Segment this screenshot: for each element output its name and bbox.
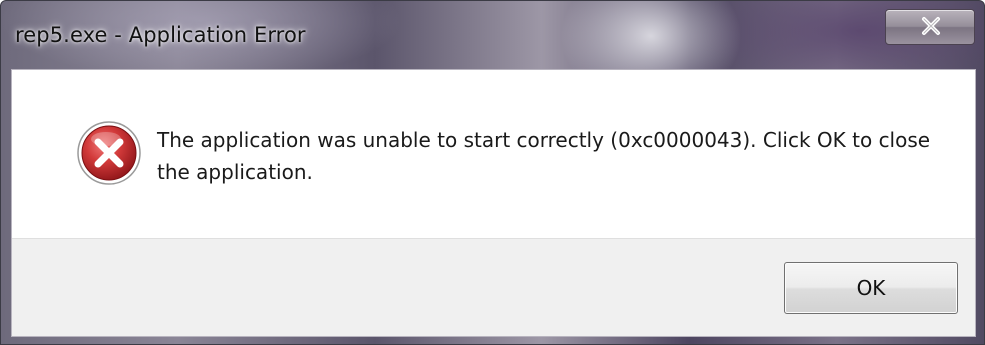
close-icon <box>922 17 940 35</box>
error-message: The application was unable to start corr… <box>157 128 931 184</box>
ok-button[interactable]: OK <box>784 262 958 314</box>
button-bar: OK <box>12 238 975 336</box>
close-button[interactable] <box>885 9 975 45</box>
dialog-body: The application was unable to start corr… <box>11 69 976 337</box>
error-dialog-window: rep5.exe - Application Error The applica… <box>0 0 985 345</box>
error-icon <box>77 121 141 185</box>
titlebar[interactable]: rep5.exe - Application Error <box>1 1 984 69</box>
message-area: The application was unable to start corr… <box>12 70 975 238</box>
window-title: rep5.exe - Application Error <box>15 23 306 47</box>
